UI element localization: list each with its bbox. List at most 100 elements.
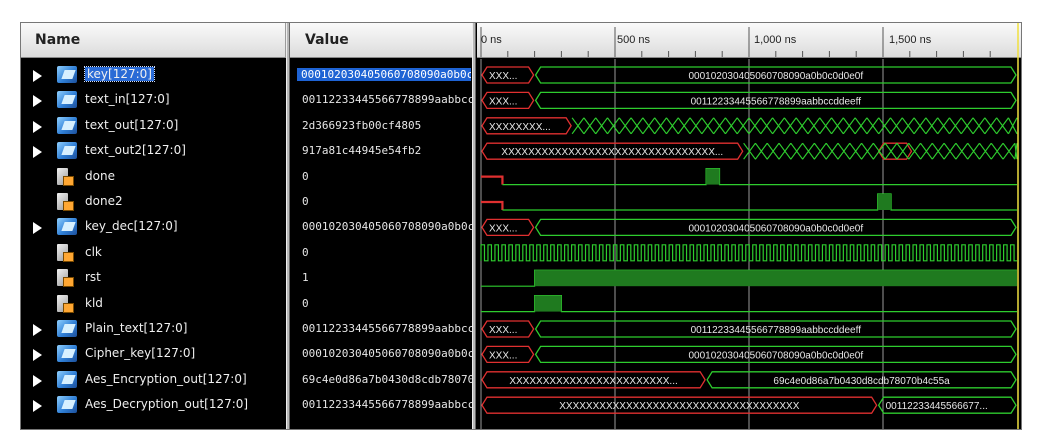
- bus-value-label: XXXXXXXXXXXXXXXXXXXXXXXXXXXXXXXX...: [501, 147, 723, 158]
- pulse-fill: [877, 194, 892, 210]
- pulse-fill: [706, 168, 720, 185]
- bus-value-label: 00112233445566778899aabbccddeeff: [691, 96, 862, 107]
- bus-transition-pattern: [571, 117, 1018, 135]
- name-header-label: Name: [35, 32, 81, 48]
- signal-name: text_in[127:0]: [85, 92, 170, 107]
- bus-value-label: XXXXXXXXXXXXXXXXXXXXXXXXXXXXXXXXXXXX: [559, 401, 799, 412]
- bus-transition-pattern: [743, 142, 1018, 160]
- bus-value-label: 00112233445566778899aabbccddeeff: [691, 325, 862, 336]
- bit-waveform: [502, 193, 1017, 211]
- bus-value-label: 000102030405060708090a0b0c0d0e0f: [688, 223, 863, 234]
- bus-value-label: XXX...: [489, 96, 517, 107]
- signal-value: 0: [302, 245, 309, 259]
- signal-row-plain-text[interactable]: Plain_text[127:0] 00112233445566778899aa…: [21, 316, 477, 342]
- signal-row-text-out2[interactable]: text_out2[127:0] 917a81c44945e54fb2: [21, 138, 477, 164]
- time-tick-label: 1,000 ns: [754, 34, 797, 46]
- signal-value: 000102030405060708090a0b0c0d0e0f: [302, 220, 472, 234]
- waveform-canvas[interactable]: 0 ns 500 ns 1,000 ns 1,500 ns XXX... 0001…: [477, 23, 1021, 429]
- name-column-header[interactable]: Name: [21, 23, 286, 58]
- signal-name: text_out[127:0]: [85, 117, 179, 132]
- bus-value-label: XXXXXXXXXXXXXXXXXXXXXXXX...: [509, 376, 677, 387]
- high-level-fill: [534, 270, 1017, 287]
- signal-value: 0: [302, 296, 309, 310]
- signal-name: rst: [85, 270, 101, 285]
- bus-value-label: 000102030405060708090a0b0c0d0e0f: [688, 350, 863, 361]
- unknown-level-segment: [481, 175, 504, 185]
- signal-value: 2d366923fb00cf4805: [302, 118, 422, 132]
- expand-arrow-icon[interactable]: [33, 222, 42, 235]
- value-header-label: Value: [305, 32, 349, 48]
- expand-arrow-icon[interactable]: [33, 324, 42, 336]
- signal-name: done2: [85, 194, 123, 208]
- signal-row-aes-encryption-out[interactable]: Aes_Encryption_out[127:0] 69c4e0d86a7b04…: [21, 367, 477, 393]
- waveform-viewer: Name Value key[127:0] 000102030405060708…: [20, 22, 1022, 430]
- bus-value-label: 000102030405060708090a0b0c0d0e0f: [688, 71, 863, 82]
- clock-waveform: [480, 244, 1017, 262]
- signal-name: Aes_Decryption_out[127:0]: [85, 397, 249, 412]
- signal-name: Plain_text[127:0]: [85, 321, 188, 335]
- bus-signal-icon: [57, 320, 77, 337]
- expand-arrow-icon[interactable]: [33, 70, 42, 82]
- signal-value: 00112233445566778899aabbccddeeff: [302, 398, 472, 412]
- signal-value: 0: [302, 195, 309, 208]
- bus-signal-icon: [57, 218, 77, 236]
- bit-signal-icon: [57, 167, 74, 186]
- bus-signal-icon: [57, 396, 77, 414]
- signal-row-kld[interactable]: kld 0: [21, 291, 477, 317]
- unknown-level-segment: [481, 200, 504, 210]
- signal-row-clk[interactable]: clk 0: [21, 240, 477, 266]
- expand-arrow-icon[interactable]: [33, 400, 42, 413]
- expand-arrow-icon[interactable]: [33, 120, 42, 133]
- signal-row-done[interactable]: done 0: [21, 164, 477, 190]
- bit-waveform: [502, 168, 1017, 186]
- signal-value: 000102030405060708090a0b0c0d0e0f: [302, 347, 472, 361]
- expand-arrow-icon[interactable]: [33, 146, 42, 159]
- signal-name: clk: [85, 244, 102, 259]
- expand-arrow-icon[interactable]: [33, 349, 42, 362]
- signal-value: 000102030405060708090a0b0c0d0e0f: [297, 68, 471, 81]
- time-tick-label: 1,500 ns: [889, 34, 932, 46]
- signal-name: kld: [85, 295, 103, 310]
- bus-signal-icon: [57, 66, 77, 83]
- signal-row-key[interactable]: key[127:0] 000102030405060708090a0b0c0d0…: [21, 62, 477, 88]
- bus-value-label: XXX...: [489, 350, 517, 361]
- bus-value-label: XXX...: [489, 223, 517, 234]
- bit-signal-icon: [57, 193, 74, 211]
- time-tick-label: 500 ns: [617, 34, 651, 46]
- bus-value-label: 00112233445566677...: [886, 401, 988, 412]
- signal-name: done: [85, 168, 115, 183]
- value-column-header[interactable]: Value: [289, 23, 472, 58]
- signal-value: 1: [302, 271, 309, 285]
- bit-signal-icon: [57, 269, 74, 288]
- bus-signal-icon: [57, 116, 77, 134]
- expand-arrow-icon[interactable]: [33, 95, 42, 108]
- signal-name: Cipher_key[127:0]: [85, 346, 196, 361]
- signal-row-key-dec[interactable]: key_dec[127:0] 000102030405060708090a0b0…: [21, 214, 477, 240]
- signal-name: key_dec[127:0]: [85, 219, 178, 234]
- signal-row-done2[interactable]: done2 0: [21, 189, 477, 215]
- pulse-fill: [534, 295, 562, 312]
- signal-value: 917a81c44945e54fb2: [302, 144, 422, 158]
- signal-name: text_out2[127:0]: [85, 143, 186, 158]
- bus-value-label: XXX...: [489, 325, 517, 336]
- signal-row-rst[interactable]: rst 1: [21, 265, 477, 291]
- bus-signal-icon: [57, 345, 77, 363]
- signal-value: 00112233445566778899aabbccddeeff: [302, 93, 472, 107]
- signal-row-cipher-key[interactable]: Cipher_key[127:0] 000102030405060708090a…: [21, 341, 477, 367]
- time-tick-label: 0 ns: [481, 34, 502, 46]
- signal-row-text-out[interactable]: text_out[127:0] 2d366923fb00cf4805: [21, 113, 477, 139]
- bus-value-label: XXXXXXXX...: [489, 122, 551, 133]
- signal-value: 0: [302, 169, 309, 183]
- signal-name: Aes_Encryption_out[127:0]: [85, 371, 247, 386]
- bus-value-label: 69c4e0d86a7b0430d8cdb78070b4c55a: [773, 376, 950, 387]
- signal-row-text-in[interactable]: text_in[127:0] 00112233445566778899aabbc…: [21, 87, 477, 113]
- bus-signal-icon: [57, 370, 77, 388]
- bit-signal-icon: [57, 294, 74, 313]
- signal-value: 00112233445566778899aabbccddeeff: [302, 322, 472, 335]
- signal-row-aes-decryption-out[interactable]: Aes_Decryption_out[127:0] 00112233445566…: [21, 392, 477, 418]
- bus-signal-icon: [57, 91, 77, 109]
- bus-signal-icon: [57, 142, 77, 160]
- bit-signal-icon: [57, 243, 74, 262]
- bus-value-label: XXX...: [489, 71, 517, 82]
- expand-arrow-icon[interactable]: [33, 374, 42, 387]
